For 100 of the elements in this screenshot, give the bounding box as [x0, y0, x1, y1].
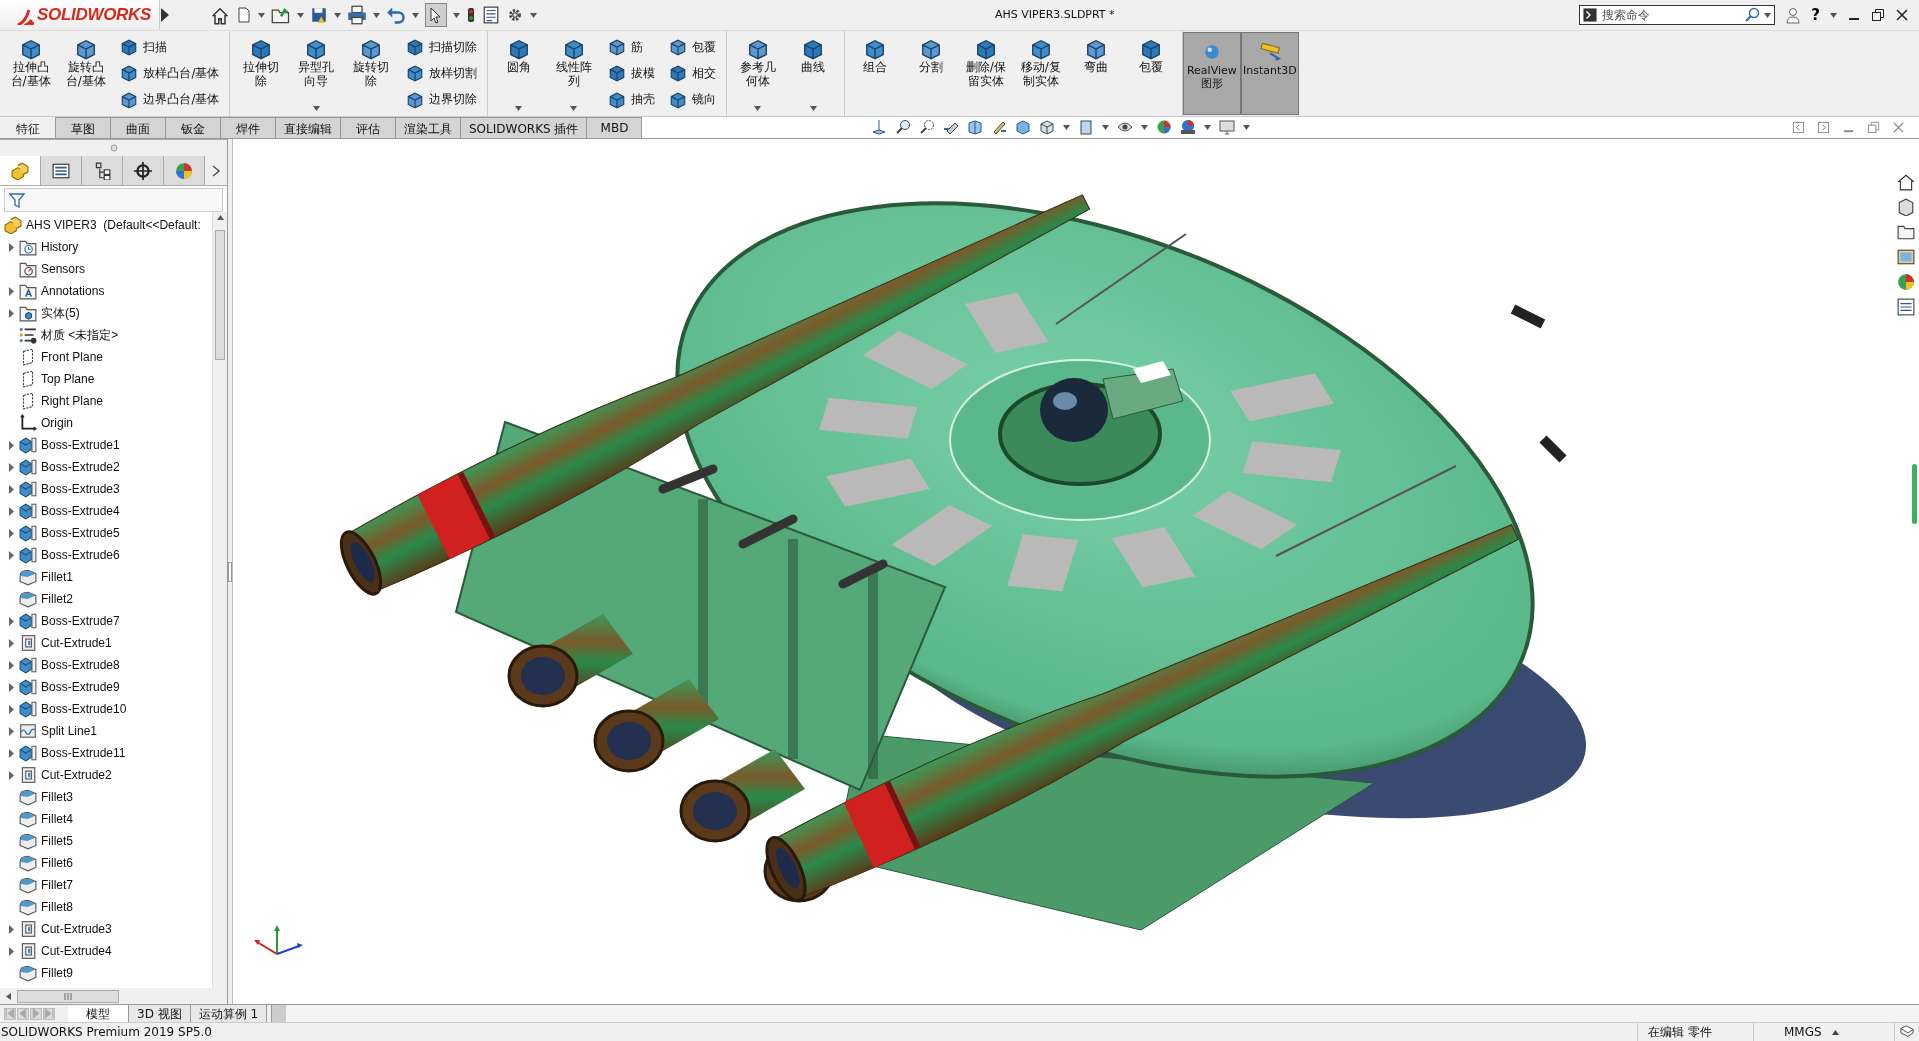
tree-item[interactable]: Boss-Extrude3 — [41, 482, 120, 496]
tree-item[interactable]: Fillet9 — [41, 966, 73, 980]
tree-item[interactable]: Fillet4 — [41, 812, 73, 826]
search-icon[interactable] — [1745, 7, 1762, 23]
command-tab[interactable]: 草图 — [55, 117, 111, 138]
ribbon-command[interactable]: 移动/复制实体 — [1014, 34, 1068, 113]
color-wheel-icon[interactable] — [1897, 273, 1915, 291]
zoom-fit-icon[interactable] — [895, 119, 912, 135]
units-button[interactable]: MMGS — [1784, 1025, 1822, 1039]
expand-arrow-icon[interactable] — [8, 242, 15, 252]
scroll-thumb[interactable] — [215, 230, 225, 360]
tree-item[interactable]: Split Line1 — [41, 724, 98, 738]
expand-arrow-icon[interactable] — [8, 748, 15, 758]
expand-arrow-icon[interactable] — [8, 550, 15, 560]
monitor-icon[interactable] — [1219, 119, 1236, 135]
print-icon[interactable] — [347, 5, 368, 25]
toggle-button[interactable]: Instant3D — [1240, 32, 1299, 115]
tree-item[interactable]: Boss-Extrude10 — [41, 702, 127, 716]
toggle-button[interactable]: RealView 图形 — [1182, 32, 1241, 115]
search-field[interactable]: 搜索命令 — [1579, 5, 1776, 25]
dropdown-caret[interactable] — [515, 106, 523, 111]
expand-arrow-icon[interactable] — [8, 770, 15, 780]
tree-item[interactable]: Cut-Extrude2 — [41, 768, 112, 782]
expand-arrow-icon[interactable] — [8, 726, 15, 736]
tree-item[interactable]: Fillet7 — [41, 878, 73, 892]
tree-item[interactable]: 实体(5) — [41, 304, 80, 322]
ribbon-command[interactable]: 参考几何体 — [731, 34, 785, 113]
caret-icon[interactable] — [530, 12, 538, 18]
command-tab[interactable]: 钣金 — [165, 117, 221, 138]
command-tab[interactable]: 渲染工具 — [395, 117, 461, 138]
ribbon-command[interactable]: 弯曲 — [1069, 34, 1123, 113]
view-orientation-axis-icon[interactable] — [871, 119, 888, 135]
tree-item[interactable]: Fillet2 — [41, 592, 73, 606]
new-document-icon[interactable] — [236, 5, 253, 25]
tree-item[interactable]: Boss-Extrude1 — [41, 438, 120, 452]
expand-arrow-icon[interactable] — [8, 704, 15, 714]
tree-item[interactable]: History — [41, 240, 79, 254]
caret-icon[interactable] — [373, 12, 381, 18]
file-properties-icon[interactable] — [482, 6, 501, 24]
tag-icon[interactable] — [1899, 1025, 1915, 1039]
expand-arrow-icon[interactable] — [8, 506, 15, 516]
expand-arrow-icon[interactable] — [8, 616, 15, 626]
ribbon-command[interactable]: 旋转切除 — [344, 34, 398, 113]
ribbon-command[interactable]: 抽壳 — [606, 88, 658, 111]
property-list-tab[interactable] — [41, 156, 82, 185]
tree-item[interactable]: Right Plane — [41, 394, 104, 408]
maximize-button[interactable] — [1871, 8, 1885, 22]
appearance-icon[interactable] — [1156, 119, 1173, 135]
user-icon[interactable] — [1785, 6, 1802, 24]
view-tab[interactable]: 3D 视图 — [129, 1005, 191, 1022]
tree-item[interactable]: Fillet5 — [41, 834, 73, 848]
ribbon-command[interactable]: 拉伸凸台/基体 — [4, 34, 58, 113]
traffic-light-icon[interactable] — [466, 5, 477, 25]
color-wheel-tab[interactable] — [164, 156, 205, 185]
ribbon-command[interactable]: 异型孔向导 — [289, 34, 343, 113]
scroll-up-arrow-icon[interactable] — [216, 215, 224, 220]
section-view-icon[interactable] — [967, 119, 984, 135]
ribbon-command[interactable]: 组合 — [848, 34, 902, 113]
expand-arrow-icon[interactable] — [8, 286, 15, 296]
caret-icon[interactable] — [1141, 124, 1149, 130]
ribbon-command[interactable]: 边界凸台/基体 — [118, 88, 222, 111]
dropdown-caret[interactable] — [570, 106, 578, 111]
gallery-icon[interactable] — [1897, 248, 1915, 266]
view-tab[interactable]: 模型 — [68, 1005, 129, 1022]
view-tab[interactable]: 运动算例 1 — [190, 1005, 268, 1022]
scene-icon[interactable] — [1180, 119, 1197, 135]
command-tab[interactable]: 直接编辑 — [275, 117, 341, 138]
splitter-grip[interactable] — [228, 561, 232, 582]
tree-item[interactable]: Cut-Extrude1 — [41, 636, 112, 650]
crosshair-tab[interactable] — [123, 156, 164, 185]
tree-item[interactable]: Boss-Extrude2 — [41, 460, 120, 474]
command-tab[interactable]: SOLIDWORKS 插件 — [460, 117, 588, 138]
open-folder-icon[interactable] — [271, 5, 292, 25]
tree-item[interactable]: Fillet3 — [41, 790, 73, 804]
expand-arrow-icon[interactable] — [160, 8, 171, 22]
caret-icon[interactable] — [1243, 124, 1251, 130]
tree-item[interactable]: Top Plane — [41, 372, 95, 386]
caret-icon[interactable] — [412, 12, 420, 18]
ribbon-command[interactable]: 放样凸台/基体 — [118, 62, 222, 85]
dropdown-caret[interactable] — [754, 106, 762, 111]
tree-item[interactable]: Cut-Extrude4 — [41, 944, 112, 958]
tree-item[interactable]: Origin — [41, 416, 73, 430]
expand-arrow-icon[interactable] — [8, 308, 15, 318]
caret-icon[interactable] — [1063, 124, 1071, 130]
ribbon-command[interactable]: 圆角 — [492, 34, 546, 113]
home-icon[interactable] — [1897, 173, 1915, 191]
filter-field[interactable] — [4, 188, 223, 212]
expand-arrow-icon[interactable] — [8, 682, 15, 692]
tree-item[interactable]: Boss-Extrude11 — [41, 746, 126, 760]
ribbon-command[interactable]: 扫描切除 — [404, 36, 479, 59]
list-icon[interactable] — [1897, 298, 1915, 316]
tree-item[interactable]: 材质 <未指定> — [41, 326, 119, 344]
command-tab[interactable]: 焊件 — [220, 117, 276, 138]
expand-arrow-icon[interactable] — [8, 462, 15, 472]
view-orientation-icon[interactable] — [1039, 119, 1056, 135]
scroll-thumb[interactable] — [17, 989, 119, 1003]
scroll-grip-icon[interactable] — [62, 992, 74, 1000]
expand-arrow-icon[interactable] — [8, 440, 15, 450]
tree-item[interactable]: Boss-Extrude8 — [41, 658, 120, 672]
dropdown-caret[interactable] — [312, 106, 320, 111]
